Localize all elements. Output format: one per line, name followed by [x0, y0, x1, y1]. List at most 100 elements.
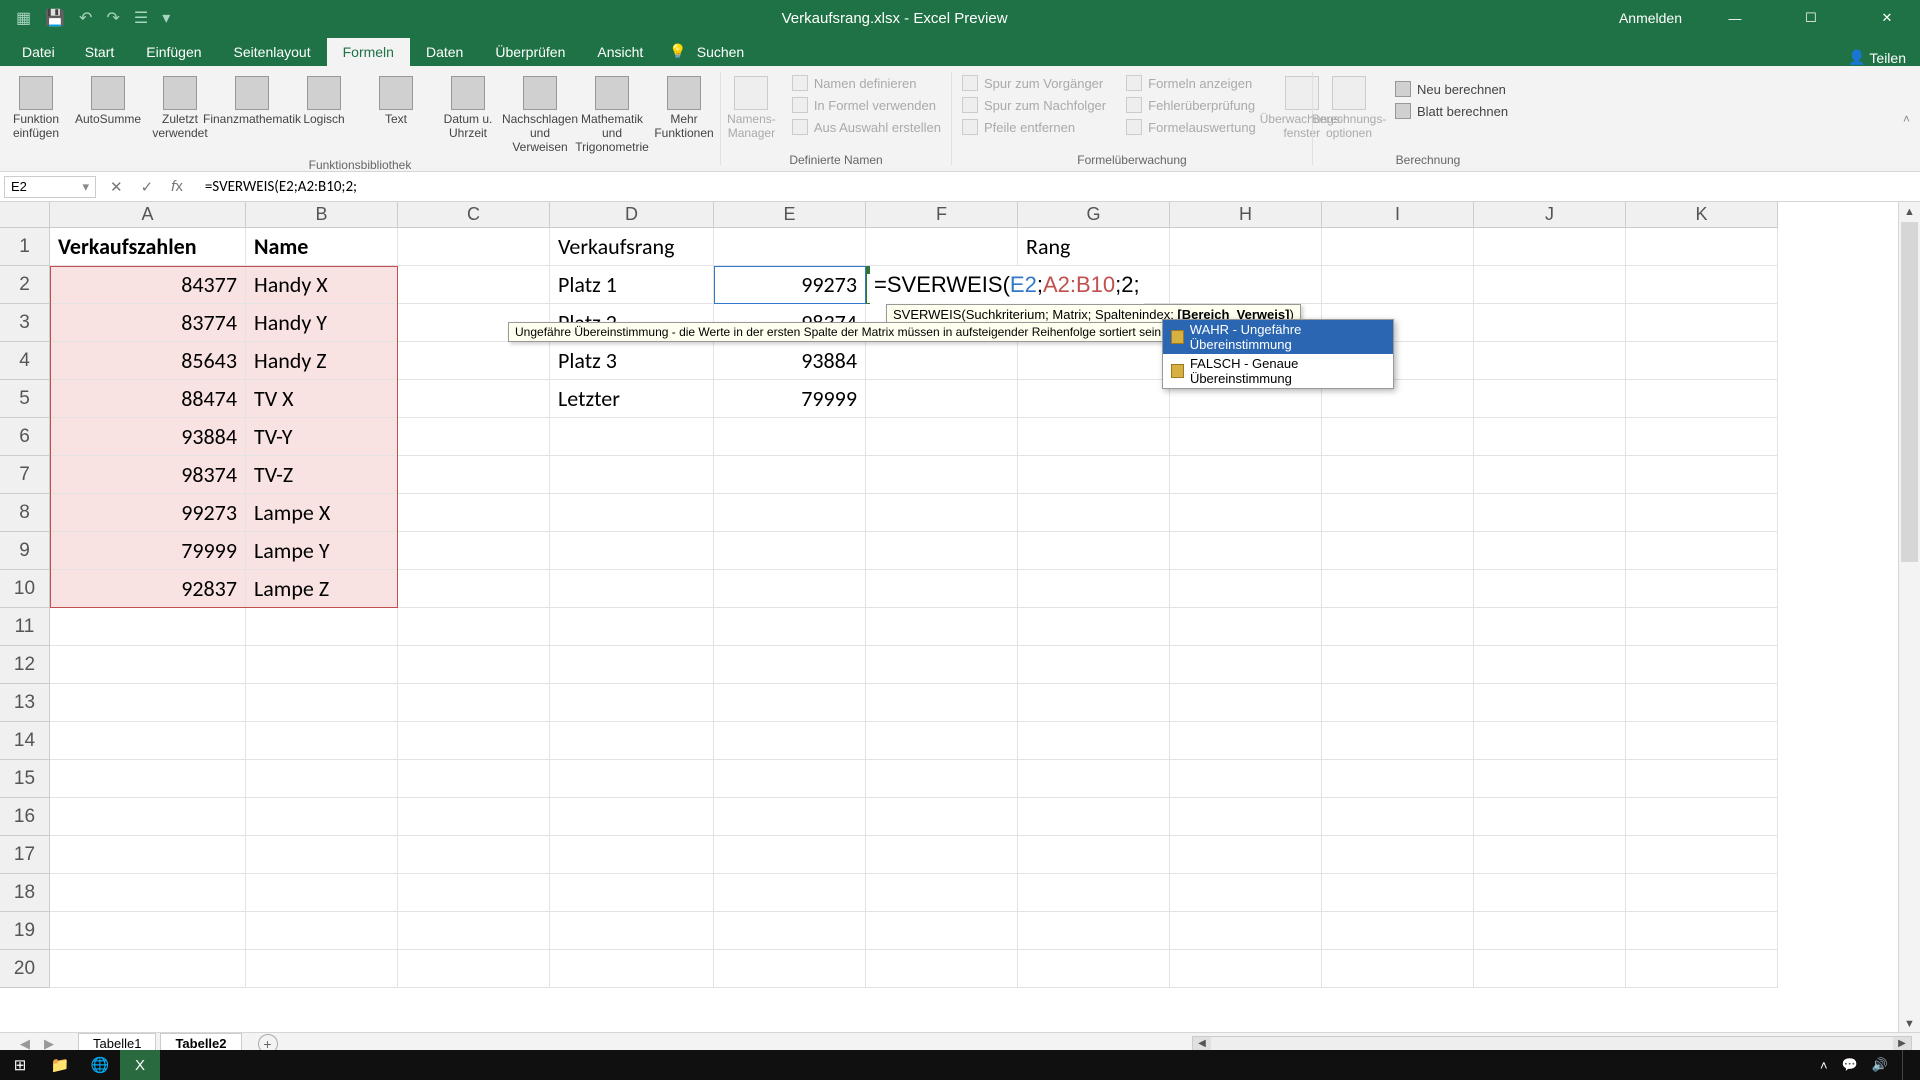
- cell[interactable]: [866, 570, 1018, 608]
- cell[interactable]: [1626, 646, 1778, 684]
- cell[interactable]: Handy X: [246, 266, 398, 304]
- cell[interactable]: [1626, 608, 1778, 646]
- cell[interactable]: [50, 646, 246, 684]
- cell[interactable]: [1474, 456, 1626, 494]
- cell[interactable]: [50, 760, 246, 798]
- cell[interactable]: [1170, 684, 1322, 722]
- cell[interactable]: [1170, 874, 1322, 912]
- column-header[interactable]: C: [398, 202, 550, 228]
- cell[interactable]: [1018, 950, 1170, 988]
- column-header[interactable]: J: [1474, 202, 1626, 228]
- cell[interactable]: [398, 228, 550, 266]
- cell[interactable]: [866, 456, 1018, 494]
- cell[interactable]: [1018, 494, 1170, 532]
- cell[interactable]: [246, 950, 398, 988]
- autosum-button[interactable]: AutoSumme: [72, 72, 144, 130]
- cell[interactable]: 98374: [50, 456, 246, 494]
- row-header[interactable]: 2: [0, 266, 50, 304]
- cell[interactable]: [1018, 418, 1170, 456]
- cell[interactable]: [550, 798, 714, 836]
- cell[interactable]: [1322, 570, 1474, 608]
- cell[interactable]: [1474, 912, 1626, 950]
- cell[interactable]: [1170, 950, 1322, 988]
- row-header[interactable]: 3: [0, 304, 50, 342]
- touch-icon[interactable]: ☰: [134, 8, 148, 28]
- minimize-button[interactable]: ―: [1712, 0, 1758, 36]
- cell[interactable]: [1170, 266, 1322, 304]
- signin-link[interactable]: Anmelden: [1619, 10, 1682, 26]
- cancel-formula-icon[interactable]: ✕: [110, 178, 123, 196]
- cell[interactable]: [50, 722, 246, 760]
- cell[interactable]: [550, 760, 714, 798]
- column-header[interactable]: H: [1170, 202, 1322, 228]
- cell[interactable]: [1626, 456, 1778, 494]
- row-header[interactable]: 16: [0, 798, 50, 836]
- cell[interactable]: [1322, 418, 1474, 456]
- cell[interactable]: 88474: [50, 380, 246, 418]
- cell[interactable]: [1170, 532, 1322, 570]
- row-header[interactable]: 17: [0, 836, 50, 874]
- column-header[interactable]: E: [714, 202, 866, 228]
- cell[interactable]: [398, 608, 550, 646]
- tab-ansicht[interactable]: Ansicht: [581, 38, 659, 66]
- cell[interactable]: [550, 570, 714, 608]
- cell[interactable]: [398, 874, 550, 912]
- cell[interactable]: [398, 646, 550, 684]
- cell[interactable]: [1018, 608, 1170, 646]
- column-header[interactable]: K: [1626, 202, 1778, 228]
- cell[interactable]: [550, 912, 714, 950]
- cell[interactable]: [1322, 646, 1474, 684]
- cell[interactable]: [550, 456, 714, 494]
- cell[interactable]: [714, 722, 866, 760]
- cell[interactable]: [1018, 836, 1170, 874]
- cell[interactable]: 85643: [50, 342, 246, 380]
- cell[interactable]: Handy Z: [246, 342, 398, 380]
- cell[interactable]: [866, 342, 1018, 380]
- cell[interactable]: [550, 418, 714, 456]
- column-header[interactable]: B: [246, 202, 398, 228]
- enter-formula-icon[interactable]: ✓: [141, 178, 154, 196]
- cell[interactable]: Lampe Z: [246, 570, 398, 608]
- cell[interactable]: Lampe X: [246, 494, 398, 532]
- cell[interactable]: [1474, 418, 1626, 456]
- cell[interactable]: [1474, 228, 1626, 266]
- cell[interactable]: [866, 380, 1018, 418]
- row-header[interactable]: 7: [0, 456, 50, 494]
- cell[interactable]: [714, 836, 866, 874]
- cell[interactable]: [1322, 760, 1474, 798]
- cell[interactable]: TV-Z: [246, 456, 398, 494]
- cell[interactable]: [1322, 532, 1474, 570]
- redo-icon[interactable]: ↷: [106, 8, 119, 28]
- row-header[interactable]: 14: [0, 722, 50, 760]
- cell[interactable]: [1626, 228, 1778, 266]
- cell[interactable]: TV-Y: [246, 418, 398, 456]
- tellme-field[interactable]: Suchen: [697, 38, 744, 66]
- cell[interactable]: [1626, 684, 1778, 722]
- cell[interactable]: 84377: [50, 266, 246, 304]
- cell[interactable]: [1322, 456, 1474, 494]
- cell[interactable]: [398, 684, 550, 722]
- cell[interactable]: [1626, 380, 1778, 418]
- more-functions-button[interactable]: Mehr Funktionen: [648, 72, 720, 144]
- cell[interactable]: [50, 874, 246, 912]
- cell[interactable]: [1170, 798, 1322, 836]
- cell[interactable]: [866, 608, 1018, 646]
- cell[interactable]: [866, 684, 1018, 722]
- cell[interactable]: [550, 646, 714, 684]
- close-button[interactable]: ✕: [1864, 0, 1910, 36]
- cell[interactable]: [714, 950, 866, 988]
- cell[interactable]: [50, 798, 246, 836]
- cell[interactable]: [1474, 874, 1626, 912]
- column-header[interactable]: D: [550, 202, 714, 228]
- cell[interactable]: [1626, 266, 1778, 304]
- cell[interactable]: [398, 570, 550, 608]
- cell[interactable]: [398, 760, 550, 798]
- cell[interactable]: [866, 798, 1018, 836]
- cell[interactable]: [1474, 266, 1626, 304]
- cell[interactable]: [398, 418, 550, 456]
- cell[interactable]: [50, 836, 246, 874]
- maximize-button[interactable]: ☐: [1788, 0, 1834, 36]
- undo-icon[interactable]: ↶: [79, 8, 92, 28]
- cell[interactable]: [1018, 760, 1170, 798]
- vertical-scrollbar[interactable]: ▲ ▼: [1898, 202, 1920, 1034]
